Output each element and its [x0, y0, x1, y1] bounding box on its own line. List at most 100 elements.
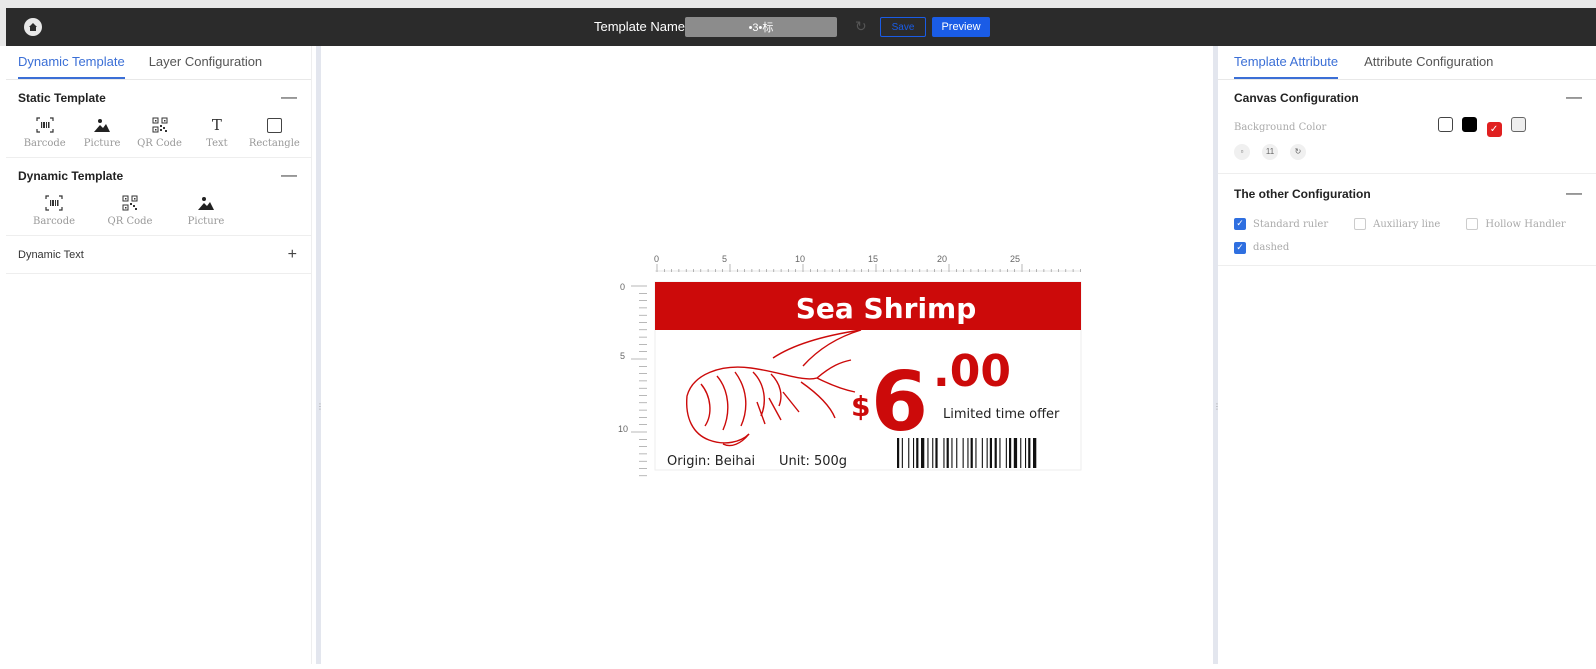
picture-icon [92, 116, 112, 134]
checkbox-checked-icon[interactable]: ✓ [1234, 241, 1246, 254]
barcode-bar [916, 438, 919, 468]
template-name-label: Template Name [594, 19, 686, 34]
option-label: Standard ruler [1253, 218, 1329, 230]
square-icon[interactable]: ▫ [1234, 143, 1250, 160]
tab-layer-configuration[interactable]: Layer Configuration [149, 46, 262, 79]
checkbox-unchecked-icon[interactable] [1466, 218, 1479, 230]
collapse-icon[interactable]: — [1566, 185, 1582, 203]
tool-label: QR Code [107, 216, 153, 227]
origin-text: Origin: Beihai [667, 454, 755, 469]
tool-label: Rectangle [248, 138, 300, 149]
option-auxiliary-line[interactable]: Auxiliary line [1354, 218, 1440, 230]
price-decimal: .00 [933, 346, 1011, 397]
canvas-config-header[interactable]: Canvas Configuration — [1218, 80, 1596, 116]
template-name-input[interactable] [685, 17, 837, 37]
tool-label: Text [206, 138, 228, 149]
barcode-bar [901, 438, 903, 468]
barcode-bar [927, 438, 929, 468]
dynamic-template-header[interactable]: Dynamic Template — [6, 158, 311, 194]
toolbar: Template Name ↻ Save Preview [6, 8, 1596, 46]
collapse-icon[interactable]: — [1566, 89, 1582, 107]
tool-picture[interactable]: Picture [73, 116, 130, 149]
tab-template-attribute[interactable]: Template Attribute [1234, 46, 1339, 79]
canvas-mini-controls: ▫ 11 ↻ [1218, 138, 1596, 174]
swatch-gray[interactable] [1511, 117, 1526, 132]
product-title: Sea Shrimp [796, 292, 977, 325]
checkbox-checked-icon[interactable]: ✓ [1234, 218, 1246, 230]
dynamic-tools: Barcode QR Code Picture [6, 194, 311, 236]
tab-dynamic-template[interactable]: Dynamic Template [18, 46, 125, 79]
barcode-bar [962, 438, 964, 468]
barcode-bar [967, 438, 969, 468]
barcode-bar [913, 438, 915, 468]
tool-label: Picture [83, 138, 121, 149]
option-label: Auxiliary line [1373, 218, 1441, 230]
checkbox-unchecked-icon[interactable] [1354, 218, 1367, 230]
barcode-icon [35, 116, 55, 134]
size-value[interactable]: 11 [1262, 143, 1278, 160]
collapse-icon[interactable]: — [281, 89, 297, 107]
background-color-label: Background Color [1234, 121, 1327, 133]
swatch-red[interactable]: ✓ [1486, 122, 1502, 137]
right-panel: Template Attribute Attribute Configurati… [1218, 46, 1596, 664]
ruler-label: 10 [795, 254, 805, 264]
home-button[interactable] [24, 18, 42, 36]
barcode-bar [1025, 438, 1027, 468]
barcode-bar [951, 438, 953, 468]
left-tabs: Dynamic Template Layer Configuration [6, 46, 311, 80]
barcode-bar [1028, 438, 1031, 468]
tool-barcode[interactable]: Barcode [16, 194, 92, 227]
tool-qr-code[interactable]: QR Code [92, 194, 168, 227]
swatch-black[interactable] [1462, 117, 1478, 132]
option-label: Hollow Handler [1485, 218, 1566, 230]
expand-icon[interactable]: + [288, 246, 297, 264]
tool-label: Picture [187, 216, 225, 227]
barcode-bar [989, 438, 992, 468]
barcode-icon [44, 194, 64, 212]
barcode-bar [994, 438, 997, 468]
tool-picture[interactable]: Picture [168, 194, 244, 227]
barcode-bar [1013, 438, 1018, 468]
refresh-icon[interactable]: ↻ [855, 18, 871, 34]
barcode-bar [1005, 438, 1007, 468]
top-ruler: 0 5 10 15 20 25 [654, 254, 1081, 272]
tool-label: Barcode [32, 216, 76, 227]
section-title: Canvas Configuration [1234, 91, 1359, 105]
option-standard-ruler[interactable]: ✓ Standard ruler [1234, 218, 1328, 230]
offer-text: Limited time offer [943, 407, 1060, 422]
barcode-bar [908, 438, 910, 468]
section-title: Dynamic Text [18, 248, 84, 261]
barcode-bar [943, 438, 945, 468]
qr-code-icon [150, 116, 170, 134]
price-label[interactable]: Sea Shrimp $ 6 .00 Limited time offer Or… [654, 281, 1082, 471]
ruler-label: 25 [1010, 254, 1020, 264]
tool-rectangle[interactable]: Rectangle [246, 116, 303, 149]
barcode-bar [932, 438, 934, 468]
option-dashed[interactable]: ✓ dashed [1234, 241, 1289, 254]
static-template-header[interactable]: Static Template — [6, 80, 311, 116]
barcode-bar [975, 438, 977, 468]
background-color-row: Background Color ✓ [1218, 116, 1596, 138]
tool-label: Barcode [23, 138, 66, 149]
ruler-label: 0 [620, 282, 625, 292]
other-options-row-2: ✓ dashed [1218, 236, 1596, 266]
tool-label: QR Code [137, 138, 182, 149]
ruler-label: 10 [618, 424, 628, 434]
dynamic-text-section[interactable]: Dynamic Text + [6, 236, 311, 274]
swatch-white[interactable] [1437, 117, 1453, 132]
tab-attribute-configuration[interactable]: Attribute Configuration [1364, 46, 1493, 79]
unit-text: Unit: 500g [779, 454, 847, 469]
reset-icon[interactable]: ↻ [1290, 143, 1306, 160]
barcode-bar [921, 438, 925, 468]
other-config-header[interactable]: The other Configuration — [1218, 176, 1596, 212]
save-button[interactable]: Save [880, 17, 926, 37]
tool-text[interactable]: T Text [188, 116, 245, 149]
collapse-icon[interactable]: — [281, 167, 297, 185]
option-hollow-handler[interactable]: Hollow Handler [1466, 218, 1566, 230]
text-icon: T [211, 116, 222, 134]
tool-qr-code[interactable]: QR Code [131, 116, 188, 149]
tool-barcode[interactable]: Barcode [16, 116, 73, 149]
preview-button[interactable]: Preview [932, 17, 990, 37]
left-ruler: 0 5 10 [618, 282, 647, 477]
barcode-bar [986, 438, 988, 468]
